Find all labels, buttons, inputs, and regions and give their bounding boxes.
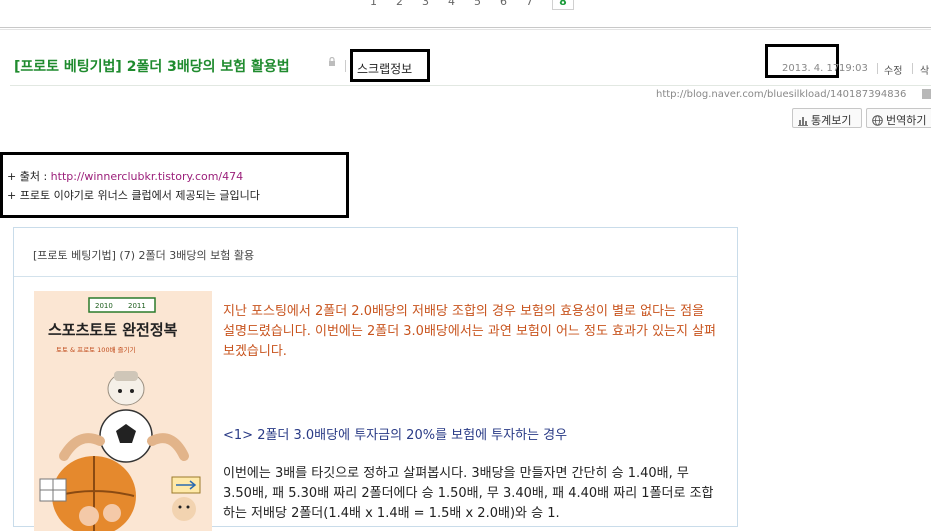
- highlight-box: [0, 152, 349, 218]
- divider: [0, 27, 931, 28]
- source-line: + 출처 : http://winnerclubkr.tistory.com/4…: [7, 168, 243, 184]
- post-url[interactable]: http://blog.naver.com/bluesilkload/14018…: [656, 89, 906, 100]
- divider: [0, 29, 931, 30]
- book-title: 스포츠토토 완전정복: [48, 321, 178, 339]
- delete-link[interactable]: 삭: [920, 62, 929, 77]
- globe-icon: [872, 115, 883, 126]
- book-year-right: 2011: [128, 302, 146, 310]
- bar-chart-icon: [798, 117, 808, 126]
- scrap-info-link[interactable]: 스크랩정보: [357, 60, 412, 77]
- divider: [10, 85, 931, 86]
- post-date: 2013. 4. 17.: [782, 63, 843, 74]
- book-subtitle: 토토 & 프로토 100배 즐기기: [56, 345, 136, 354]
- copy-url-icon[interactable]: [922, 89, 931, 99]
- page-link-1[interactable]: 1: [370, 0, 396, 8]
- pagination: 12345678: [370, 0, 574, 10]
- post-time: 19:03: [839, 63, 868, 74]
- book-cover-image: 2010 2011 스포츠토토 완전정복 토토 & 프로토 100배 즐기기: [34, 291, 212, 531]
- stats-button[interactable]: 통계보기: [792, 108, 862, 128]
- article-intro: 지난 포스팅에서 2폴더 2.0배당의 저배당 조합의 경우 보험의 효용성이 …: [223, 304, 717, 359]
- source-note: + 프로토 이야기로 위너스 클럽에서 제공되는 글입니다: [7, 189, 260, 202]
- divider: [877, 63, 878, 74]
- article-section-heading: <1> 2폴더 3.0배당에 투자금의 20%를 보험에 투자하는 경우: [223, 428, 568, 443]
- post-title[interactable]: [프로토 베팅기법] 2폴더 3배당의 보험 활용법: [14, 56, 290, 76]
- page-link-2[interactable]: 2: [396, 0, 422, 8]
- edit-link[interactable]: 수정: [884, 62, 902, 77]
- stats-button-label: 통계보기: [811, 114, 852, 127]
- source-prefix: + 출처 :: [7, 170, 51, 183]
- lock-icon: [329, 57, 335, 66]
- page-link-5[interactable]: 5: [474, 0, 500, 8]
- page-link-7[interactable]: 7: [526, 0, 552, 8]
- article-body: 이번에는 3배를 타깃으로 정하고 살펴봅시다. 3배당을 만들자면 간단히 승…: [223, 466, 714, 521]
- source-link[interactable]: http://winnerclubkr.tistory.com/474: [51, 170, 243, 183]
- article-header: [프로토 베팅기법] (7) 2폴더 3배당의 보험 활용: [14, 228, 737, 277]
- divider: [345, 60, 346, 72]
- translate-button-label: 번역하기: [886, 114, 927, 127]
- translate-button[interactable]: 번역하기: [866, 108, 931, 128]
- page-current[interactable]: 8: [552, 0, 574, 10]
- page-link-3[interactable]: 3: [422, 0, 448, 8]
- divider: [912, 63, 913, 74]
- page-link-4[interactable]: 4: [448, 0, 474, 8]
- article-title: [프로토 베팅기법] (7) 2폴더 3배당의 보험 활용: [33, 249, 255, 262]
- book-year-left: 2010: [95, 302, 113, 310]
- page-link-6[interactable]: 6: [500, 0, 526, 8]
